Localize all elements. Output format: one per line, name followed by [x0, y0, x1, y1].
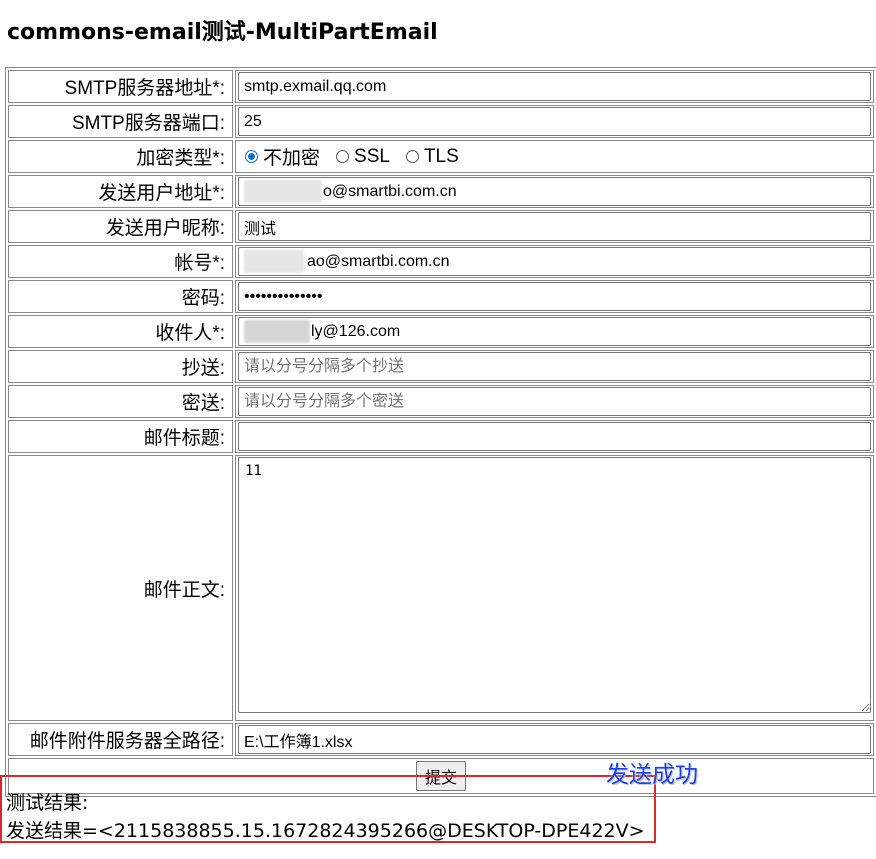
radio-ssl-label: SSL — [354, 145, 390, 167]
row-bcc: 密送: — [8, 385, 874, 418]
password-input[interactable] — [238, 282, 871, 311]
result-heading: 测试结果: — [6, 792, 89, 814]
bcc-label: 密送: — [8, 385, 233, 418]
row-account: 帐号*: — [8, 245, 874, 278]
row-smtp-host: SMTP服务器地址*: — [8, 70, 874, 103]
radio-none[interactable]: 不加密 — [238, 143, 320, 170]
subject-label: 邮件标题: — [8, 420, 233, 453]
radio-none-button[interactable] — [245, 150, 258, 163]
row-subject: 邮件标题: — [8, 420, 874, 453]
page-title: commons-email测试-MultiPartEmail — [7, 20, 438, 45]
sender-address-label: 发送用户地址*: — [8, 175, 233, 208]
body-label: 邮件正文: — [8, 455, 233, 721]
radio-ssl[interactable]: SSL — [329, 146, 390, 168]
email-form-table: SMTP服务器地址*: SMTP服务器端口: 加密类型*: 不加密 SSL TL… — [5, 67, 876, 797]
row-cc: 抄送: — [8, 350, 874, 383]
row-recipient: 收件人*: — [8, 315, 874, 348]
encryption-radio-group: 不加密 SSL TLS — [238, 142, 871, 171]
row-body: 邮件正文: 11 — [8, 455, 874, 721]
recipient-label: 收件人*: — [8, 315, 233, 348]
smtp-port-label: SMTP服务器端口: — [8, 105, 233, 138]
result-line: 发送结果=<2115838855.15.1672824395266@DESKTO… — [6, 820, 645, 842]
success-annotation: 发送成功 — [606, 762, 698, 788]
sender-address-input[interactable] — [238, 177, 871, 206]
row-sender-address: 发送用户地址*: — [8, 175, 874, 208]
result-panel: 测试结果: 发送结果=<2115838855.15.1672824395266@… — [6, 789, 645, 845]
sender-nickname-label: 发送用户昵称: — [8, 210, 233, 243]
recipient-input[interactable] — [238, 317, 871, 346]
account-label: 帐号*: — [8, 245, 233, 278]
attachment-input[interactable] — [238, 725, 871, 754]
cc-input[interactable] — [238, 352, 871, 381]
row-sender-nickname: 发送用户昵称: — [8, 210, 874, 243]
row-smtp-port: SMTP服务器端口: — [8, 105, 874, 138]
attachment-label: 邮件附件服务器全路径: — [8, 723, 233, 756]
cc-label: 抄送: — [8, 350, 233, 383]
radio-tls-button[interactable] — [405, 150, 419, 163]
body-textarea[interactable]: 11 — [238, 457, 871, 713]
encryption-label: 加密类型*: — [8, 140, 233, 173]
subject-input[interactable] — [238, 422, 871, 451]
account-input[interactable] — [238, 247, 871, 276]
redaction-blur — [244, 250, 304, 273]
radio-ssl-button[interactable] — [336, 150, 350, 163]
smtp-host-input[interactable] — [238, 72, 871, 101]
smtp-host-label: SMTP服务器地址*: — [8, 70, 233, 103]
radio-tls[interactable]: TLS — [399, 146, 459, 168]
redaction-blur — [244, 320, 310, 343]
sender-nickname-input[interactable] — [238, 212, 871, 241]
radio-none-label: 不加密 — [263, 148, 321, 169]
row-attachment: 邮件附件服务器全路径: — [8, 723, 874, 756]
redaction-blur — [244, 180, 322, 203]
radio-tls-label: TLS — [423, 145, 459, 167]
row-encryption: 加密类型*: 不加密 SSL TLS — [8, 140, 874, 173]
password-label: 密码: — [8, 280, 233, 313]
row-password: 密码: — [8, 280, 874, 313]
smtp-port-input[interactable] — [238, 107, 871, 136]
bcc-input[interactable] — [238, 387, 871, 416]
